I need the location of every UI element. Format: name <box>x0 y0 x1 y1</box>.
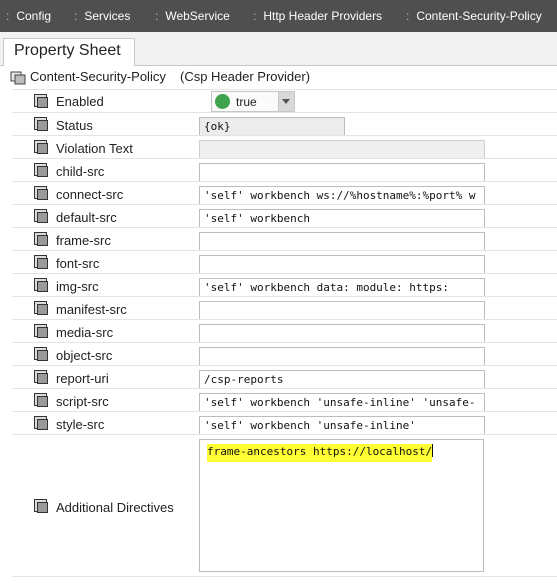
slot-icon <box>34 416 49 431</box>
property-label: style-src <box>56 417 105 432</box>
component-type: (Csp Header Provider) <box>180 69 311 84</box>
property-label: font-src <box>56 256 100 271</box>
status-field: {ok} <box>199 117 345 136</box>
slot-icon <box>34 209 49 224</box>
slot-icon <box>34 499 49 514</box>
property-label: Enabled <box>56 94 104 109</box>
property-label: connect-src <box>56 187 124 202</box>
breadcrumb-content-security-policy[interactable]: : Content-Security-Policy <box>406 0 542 32</box>
highlighted-text: frame-ancestors https://localhost/ <box>207 444 433 459</box>
slot-icon <box>34 186 49 201</box>
breadcrumb-label: WebService <box>165 9 230 23</box>
property-row-font-src: font-src <box>12 250 557 274</box>
property-row-report-uri: report-uri /csp-reports <box>12 365 557 389</box>
enabled-dropdown[interactable]: true <box>211 91 295 112</box>
text-cursor <box>432 444 434 457</box>
property-label: frame-src <box>56 233 111 248</box>
report-uri-field[interactable]: /csp-reports <box>199 370 485 389</box>
property-label: object-src <box>56 348 113 363</box>
property-row-img-src: img-src 'self' workbench data: module: h… <box>12 273 557 297</box>
additional-directives-textarea[interactable]: frame-ancestors https://localhost/ <box>199 439 484 572</box>
manifest-src-field[interactable] <box>199 301 485 320</box>
property-row-manifest-src: manifest-src <box>12 296 557 320</box>
slot-icon <box>34 278 49 293</box>
property-row-frame-src: frame-src <box>12 227 557 251</box>
slot-icon <box>34 324 49 339</box>
media-src-field[interactable] <box>199 324 485 343</box>
frame-src-field[interactable] <box>199 232 485 251</box>
child-src-field[interactable] <box>199 163 485 182</box>
breadcrumb-services[interactable]: : Services <box>74 0 130 32</box>
property-label: report-uri <box>56 371 109 386</box>
property-label: media-src <box>56 325 114 340</box>
breadcrumb-label: Services <box>84 9 131 23</box>
breadcrumb-webservice[interactable]: : WebService <box>155 0 230 32</box>
property-label: child-src <box>56 164 105 179</box>
breadcrumb-http-header-providers[interactable]: : Http Header Providers <box>253 0 382 32</box>
property-row-object-src: object-src <box>12 342 557 366</box>
default-src-field[interactable]: 'self' workbench <box>199 209 485 228</box>
style-src-field[interactable]: 'self' workbench 'unsafe-inline' <box>199 416 485 435</box>
component-icon <box>10 71 26 90</box>
slot-icon <box>34 140 49 155</box>
tab-strip: Property Sheet <box>0 32 557 66</box>
property-label: script-src <box>56 394 109 409</box>
property-row-default-src: default-src 'self' workbench <box>12 204 557 228</box>
property-label: default-src <box>56 210 117 225</box>
connect-src-field[interactable]: 'self' workbench ws://%hostname%:%port% … <box>199 186 485 205</box>
chevron-down-icon[interactable] <box>278 92 294 111</box>
property-row-violation-text: Violation Text <box>12 135 557 159</box>
slot-icon <box>34 94 49 109</box>
property-label: manifest-src <box>56 302 127 317</box>
breadcrumb-label: Content-Security-Policy <box>416 9 542 23</box>
violation-text-field <box>199 140 485 159</box>
property-label: Status <box>56 118 93 133</box>
img-src-field[interactable]: 'self' workbench data: module: https: <box>199 278 485 297</box>
status-ok-icon <box>215 94 230 109</box>
breadcrumb-separator: : <box>406 9 410 23</box>
slot-icon <box>34 393 49 408</box>
breadcrumb: : Config : Services : WebService : Http Head… <box>0 0 557 32</box>
breadcrumb-label: Http Header Providers <box>263 9 383 23</box>
breadcrumb-separator: : <box>6 9 10 23</box>
property-label: img-src <box>56 279 99 294</box>
slot-icon <box>34 255 49 270</box>
property-label: Violation Text <box>56 141 133 156</box>
breadcrumb-separator: : <box>253 9 257 23</box>
slot-icon <box>34 347 49 362</box>
slot-icon <box>34 163 49 178</box>
property-row-style-src: style-src 'self' workbench 'unsafe-inlin… <box>12 411 557 435</box>
slot-icon <box>34 117 49 132</box>
component-header: Content-Security-Policy (Csp Header Prov… <box>0 67 557 89</box>
property-row-connect-src: connect-src 'self' workbench ws://%hostn… <box>12 181 557 205</box>
font-src-field[interactable] <box>199 255 485 274</box>
slot-icon <box>34 232 49 247</box>
property-row-status: Status {ok} <box>12 112 557 136</box>
property-label: Additional Directives <box>56 500 174 515</box>
breadcrumb-config[interactable]: : Config <box>6 0 51 32</box>
property-row-enabled: Enabled true <box>12 89 557 113</box>
property-row-media-src: media-src <box>12 319 557 343</box>
component-name: Content-Security-Policy <box>30 69 166 84</box>
enabled-value: true <box>236 95 257 109</box>
breadcrumb-separator: : <box>74 9 78 23</box>
tab-property-sheet[interactable]: Property Sheet <box>3 38 135 66</box>
breadcrumb-separator: : <box>155 9 159 23</box>
breadcrumb-label: Config <box>16 9 52 23</box>
property-row-script-src: script-src 'self' workbench 'unsafe-inli… <box>12 388 557 412</box>
object-src-field[interactable] <box>199 347 485 366</box>
script-src-field[interactable]: 'self' workbench 'unsafe-inline' 'unsafe… <box>199 393 485 412</box>
slot-icon <box>34 301 49 316</box>
slot-icon <box>34 370 49 385</box>
property-row-child-src: child-src <box>12 158 557 182</box>
